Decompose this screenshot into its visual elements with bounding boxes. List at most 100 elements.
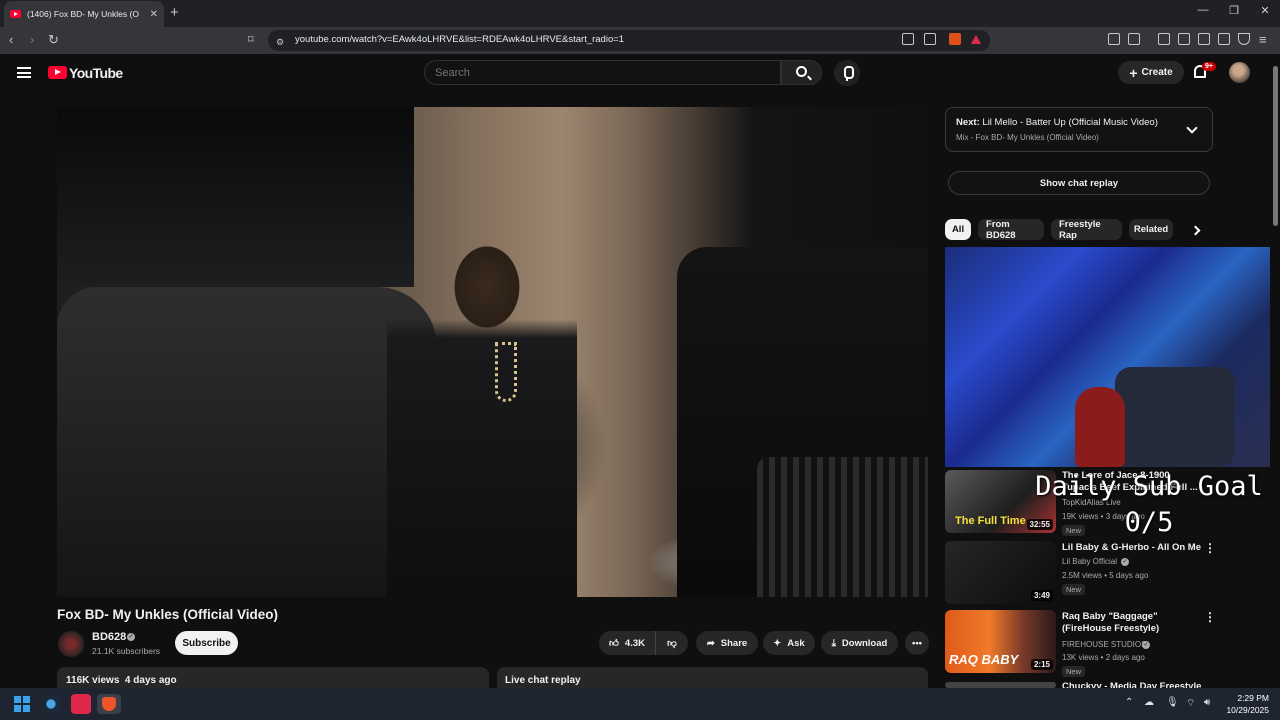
account-avatar[interactable] [1229,62,1250,83]
create-button[interactable]: + Create [1118,61,1184,84]
steam-icon[interactable] [41,694,61,714]
voice-search-icon[interactable] [834,60,860,86]
sub-goal-overlay: Daily Sub Goal 0/5 [1018,469,1280,541]
url-text[interactable]: youtube.com/watch?v=EAwk4oLHRVE&list=RDE… [295,34,624,45]
wallet-icon[interactable] [1198,33,1210,45]
video-channel-2[interactable]: Lil Baby Official [1062,557,1117,566]
view-count-date: 116K views 4 days ago [66,675,177,686]
video-title: Fox BD- My Unkles (Official Video) [57,607,279,622]
search-input[interactable] [424,60,781,85]
sub-goal-count: 0/5 [1124,507,1174,538]
video-title-3[interactable]: Raq Baby "Baggage" (FireHouse Freestyle) [1062,611,1202,635]
video-player[interactable] [57,107,928,597]
microphone-tray-icon[interactable]: 🎙︎ [1166,697,1179,708]
show-chat-replay-button[interactable]: Show chat replay [948,171,1210,195]
bookmark-icon[interactable]: ⌑ [248,31,254,49]
search-icon [796,66,807,77]
ask-button[interactable]: ✦ Ask [763,631,815,655]
back-icon[interactable]: ‹ [9,31,13,49]
live-chat-label: Live chat replay [505,675,581,686]
tray-overflow-icon[interactable]: ⌃ [1125,697,1133,708]
site-info-icon[interactable]: ⚙ [276,33,284,51]
screenshot-icon[interactable] [1128,33,1140,45]
video-duration: 3:49 [1030,590,1053,601]
close-tab-icon[interactable]: ✕ [150,9,158,20]
brave-icon [102,697,116,711]
video-frame-chain [495,342,517,402]
chip-from-bd628[interactable]: From BD628 [978,219,1044,241]
up-next-panel[interactable] [945,107,1213,152]
chip-all[interactable]: All [945,219,971,240]
webcam-microphone [1075,387,1125,467]
youtube-logo-text[interactable]: YouTube [69,65,123,81]
youtube-logo-icon[interactable] [48,66,67,79]
browser-tab[interactable]: (1406) Fox BD- My Unkles (O ✕ [4,1,164,27]
plus-icon: + [1129,64,1138,81]
chip-freestyle-rap[interactable]: Freestyle Rap [1051,219,1122,241]
share-icon: ➦ [706,637,715,649]
video-thumbnail-2[interactable]: 3:49 [945,541,1056,604]
chip-related[interactable]: Related [1129,219,1173,240]
search-button[interactable] [781,60,822,85]
minimize-icon[interactable]: — [1188,4,1218,16]
onedrive-icon[interactable]: ☁ [1144,697,1154,708]
up-next-title: Next: Lil Mello - Batter Up (Official Mu… [956,117,1158,128]
new-tab-button[interactable]: + [170,4,179,22]
video-meta-3: 13K views • 2 days ago [1062,653,1145,662]
youtube-favicon-icon [10,10,21,18]
video-menu-icon[interactable]: ⋮ [1204,542,1216,554]
windows-taskbar [0,688,1280,720]
clock-date: 10/29/2025 [1226,705,1269,715]
wifi-icon[interactable]: ⌔ [1186,697,1195,710]
channel-avatar[interactable] [58,631,84,657]
brave-shields-icon[interactable] [949,33,961,45]
video-frame-grille [757,457,928,597]
verified-icon: ✓ [1121,558,1129,566]
more-actions-icon[interactable]: ••• [905,631,929,655]
tab-title: (1406) Fox BD- My Unkles (O [27,9,139,19]
music-icon[interactable] [1158,33,1170,45]
forward-icon[interactable]: › [30,31,34,49]
browser-tab-strip [0,0,1280,27]
new-badge: New [1062,666,1086,677]
share-page-icon[interactable] [924,33,936,45]
like-button[interactable]: 👍︎ 4.3K [599,631,655,655]
clock[interactable]: 2:29 PM 10/29/2025 [1225,692,1269,716]
video-title-2[interactable]: Lil Baby & G-Herbo - All On Me [1062,542,1202,554]
cast-icon[interactable] [902,33,914,45]
verified-icon: ✓ [1142,641,1150,649]
video-menu-icon[interactable]: ⋮ [1204,611,1216,623]
extensions-icon[interactable] [1108,33,1120,45]
vpn-icon[interactable] [1238,33,1250,45]
pocket-icon[interactable] [71,694,91,714]
download-icon: ⤓ [831,637,836,649]
dislike-button[interactable]: 👎︎ [655,631,688,655]
video-duration: 2:15 [1030,659,1053,670]
new-badge: New [1062,584,1086,595]
video-thumbnail-3[interactable]: RAQ BABY 2:15 [945,610,1056,673]
brave-rewards-icon[interactable] [971,35,981,44]
video-frame-person [387,227,577,597]
sparkle-icon: ✦ [773,637,782,649]
share-button[interactable]: ➦ Share [696,631,758,655]
sub-goal-label: Daily Sub Goal [1035,471,1263,502]
download-button[interactable]: ⤓ Download [821,631,898,655]
reload-icon[interactable]: ↻ [48,31,59,49]
notification-badge: 9+ [1202,62,1216,71]
sidebar-icon[interactable] [1178,33,1190,45]
menu-icon[interactable]: ≡ [1259,31,1267,49]
leo-ai-icon[interactable] [1218,33,1230,45]
verified-icon: ✓ [127,633,135,641]
channel-name[interactable]: BD628 [92,631,126,643]
guide-menu-icon[interactable] [17,67,31,78]
volume-icon[interactable]: 🔊︎ [1204,697,1210,708]
scrollbar-thumb[interactable] [1273,66,1278,226]
video-channel-3[interactable]: FIREHOUSE STUDIOS [1062,640,1146,649]
thumbs-up-icon: 👍︎ [608,638,619,649]
brave-taskbar-item[interactable] [97,694,121,714]
close-window-icon[interactable]: ✕ [1250,4,1280,17]
subscribe-button[interactable]: Subscribe [175,631,238,655]
chevron-right-icon[interactable] [1190,225,1201,236]
maximize-icon[interactable]: ❐ [1219,4,1249,17]
start-button-icon[interactable] [14,696,30,712]
